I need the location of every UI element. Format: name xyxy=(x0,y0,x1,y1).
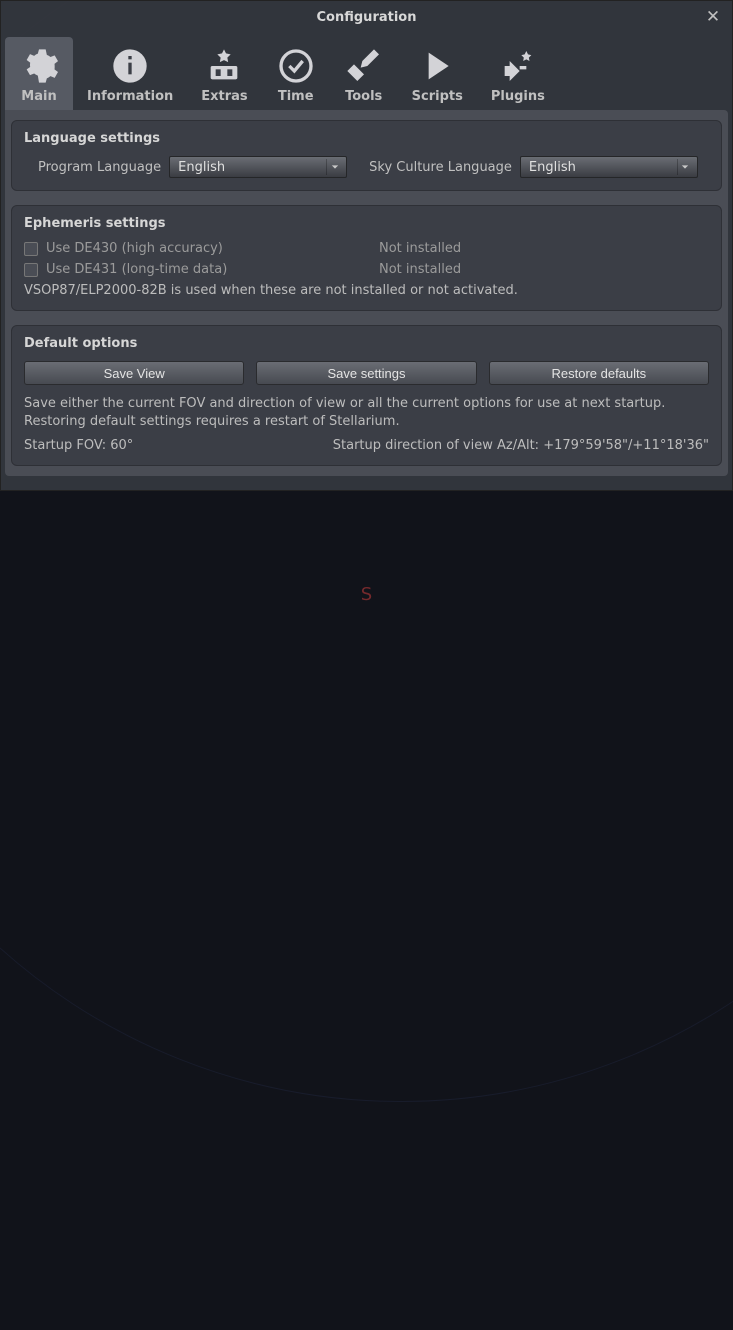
language-settings-section: Language settings Program Language Engli… xyxy=(11,120,722,191)
sky-culture-language-label: Sky Culture Language xyxy=(369,160,512,175)
default-options-heading: Default options xyxy=(24,336,709,351)
tab-bar: Main Information Extras Time Tools xyxy=(1,33,732,110)
save-view-button[interactable]: Save View xyxy=(24,361,244,385)
de430-row: Use DE430 (high accuracy) Not installed xyxy=(24,241,709,256)
default-options-desc: Save either the current FOV and directio… xyxy=(24,395,709,430)
tab-time[interactable]: Time xyxy=(262,37,330,110)
sky-culture-language-value: English xyxy=(529,160,576,175)
de430-label: Use DE430 (high accuracy) xyxy=(46,241,223,256)
chevron-down-icon xyxy=(677,159,693,175)
tab-plugins[interactable]: Plugins xyxy=(477,37,559,110)
tab-label: Main xyxy=(21,89,56,104)
de431-checkbox[interactable] xyxy=(24,263,38,277)
de431-row: Use DE431 (long-time data) Not installed xyxy=(24,262,709,277)
configuration-window: Configuration ✕ Main Information Extras xyxy=(0,0,733,491)
startup-fov: Startup FOV: 60° xyxy=(24,438,133,453)
tab-information[interactable]: Information xyxy=(73,37,187,110)
startup-direction: Startup direction of view Az/Alt: +179°5… xyxy=(333,438,709,453)
tab-scripts[interactable]: Scripts xyxy=(398,37,477,110)
tools-icon xyxy=(344,43,384,89)
close-icon: ✕ xyxy=(706,7,720,27)
tab-tools[interactable]: Tools xyxy=(330,37,398,110)
ephemeris-heading: Ephemeris settings xyxy=(24,216,709,231)
save-settings-button[interactable]: Save settings xyxy=(256,361,476,385)
de431-status: Not installed xyxy=(379,262,709,277)
gear-icon xyxy=(19,43,59,89)
titlebar: Configuration ✕ xyxy=(1,1,732,33)
program-language-label: Program Language xyxy=(38,160,161,175)
program-language-select[interactable]: English xyxy=(169,156,347,178)
ephemeris-note: VSOP87/ELP2000-82B is used when these ar… xyxy=(24,283,709,298)
ephemeris-settings-section: Ephemeris settings Use DE430 (high accur… xyxy=(11,205,722,311)
tab-extras[interactable]: Extras xyxy=(187,37,261,110)
program-language-value: English xyxy=(178,160,225,175)
restore-defaults-button[interactable]: Restore defaults xyxy=(489,361,709,385)
language-heading: Language settings xyxy=(24,131,709,146)
tab-label: Scripts xyxy=(412,89,463,104)
tab-label: Tools xyxy=(345,89,382,104)
tab-main[interactable]: Main xyxy=(5,37,73,110)
close-button[interactable]: ✕ xyxy=(704,8,722,26)
info-icon xyxy=(110,43,150,89)
extras-icon xyxy=(204,43,244,89)
tab-label: Information xyxy=(87,89,173,104)
chevron-down-icon xyxy=(326,159,342,175)
play-icon xyxy=(417,43,457,89)
de431-label: Use DE431 (long-time data) xyxy=(46,262,227,277)
tab-label: Extras xyxy=(201,89,247,104)
sky-culture-language-select[interactable]: English xyxy=(520,156,698,178)
compass-south-label: S xyxy=(361,584,372,605)
de430-status: Not installed xyxy=(379,241,709,256)
plugin-icon xyxy=(498,43,538,89)
tab-body: Language settings Program Language Engli… xyxy=(5,110,728,476)
tab-label: Plugins xyxy=(491,89,545,104)
tab-label: Time xyxy=(278,89,314,104)
clock-check-icon xyxy=(276,43,316,89)
de430-checkbox[interactable] xyxy=(24,242,38,256)
default-options-section: Default options Save View Save settings … xyxy=(11,325,722,466)
window-title: Configuration xyxy=(317,10,417,25)
